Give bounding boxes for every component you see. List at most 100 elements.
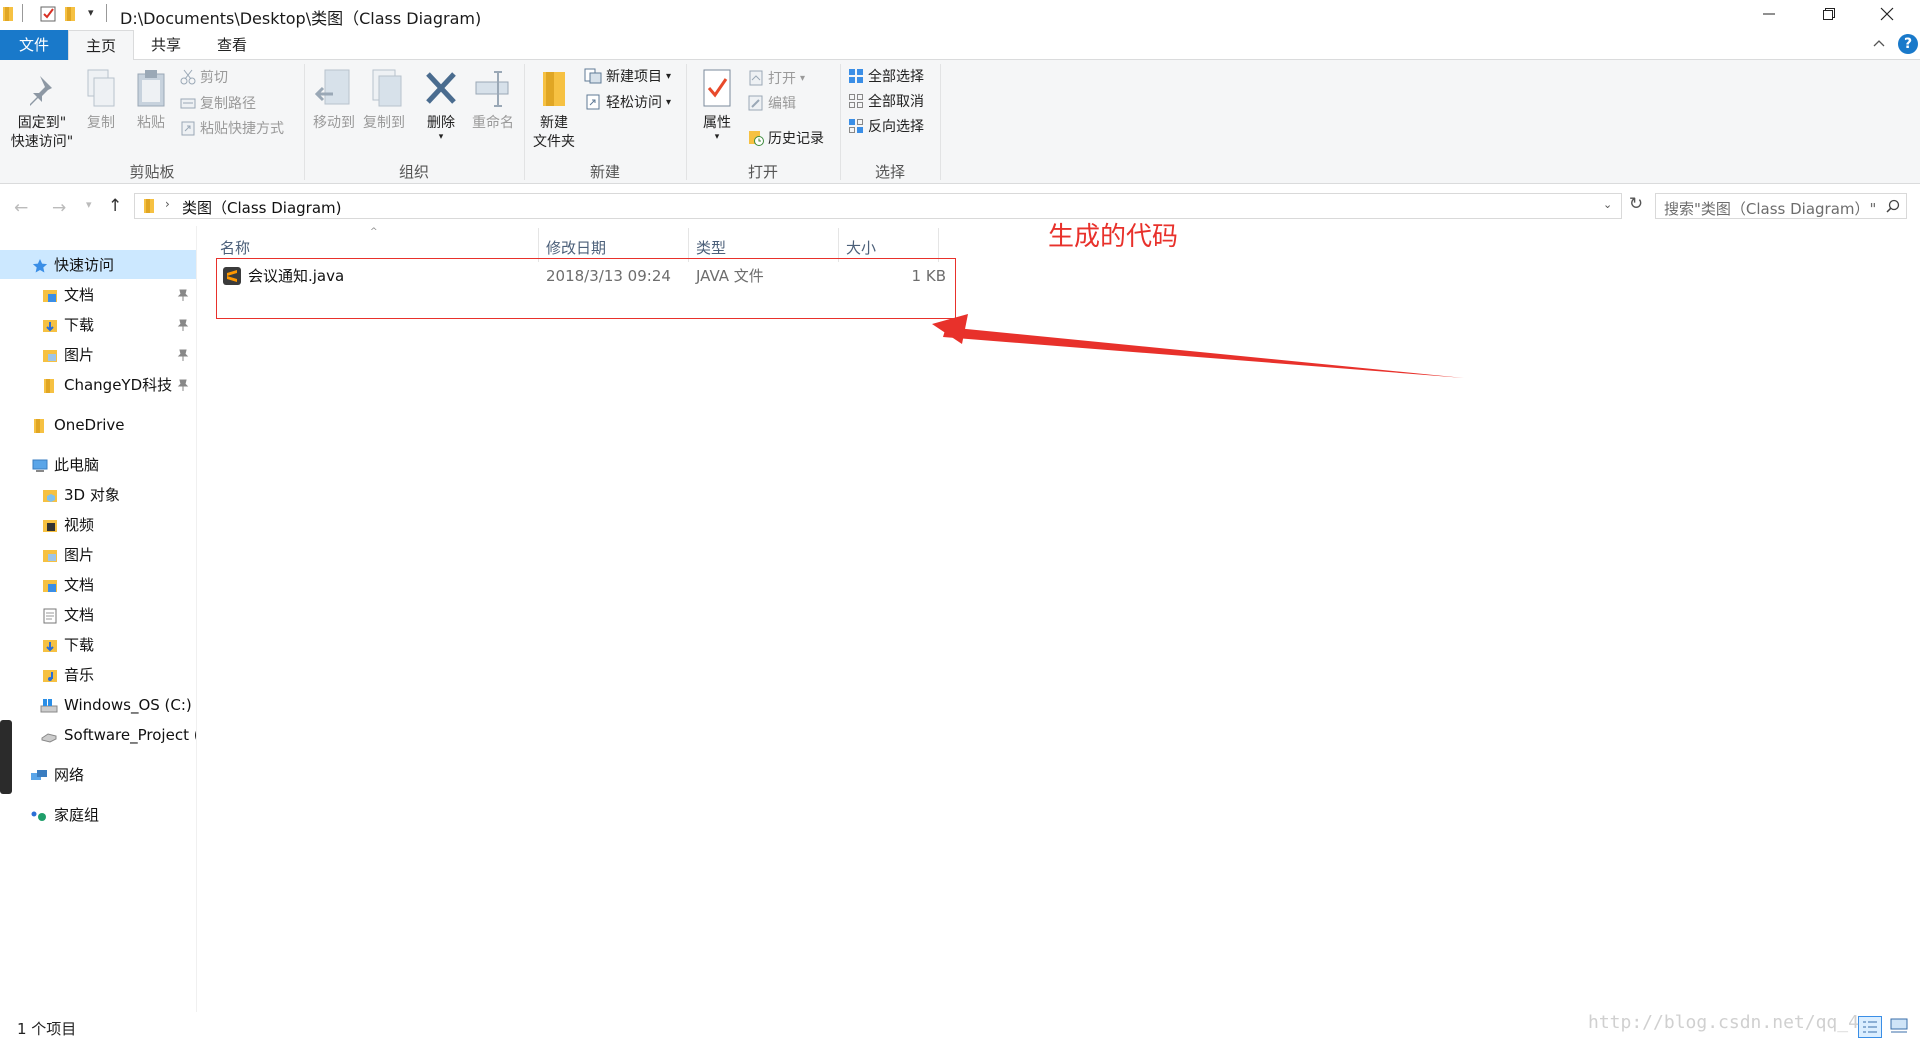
copy-to-icon [372,69,402,107]
history-button[interactable]: 历史记录 [748,127,824,149]
properties-check-icon [703,69,731,107]
restore-button[interactable] [1800,0,1858,28]
help-icon[interactable]: ? [1898,34,1918,54]
pin-label-line2: 快速访问" [10,134,74,150]
collapse-ribbon-icon[interactable] [1872,36,1886,50]
tab-file[interactable]: 文件 [0,30,68,60]
paste-shortcut-button[interactable]: 粘贴快捷方式 [180,117,284,139]
paste-shortcut-label: 粘贴快捷方式 [200,121,284,137]
paste-button[interactable]: 粘贴 [130,68,172,133]
nav-pc-downloads[interactable]: 下载 [0,631,196,659]
easy-access-button[interactable]: 轻松访问 ▾ [584,91,671,113]
new-folder-label-line1: 新建 [540,115,568,131]
details-view-icon [1863,1021,1877,1033]
recent-dropdown-icon[interactable]: ▾ [86,198,92,211]
back-arrow-icon[interactable]: ← [14,198,28,218]
nav-pc-documents-2-label: 文档 [64,606,95,624]
nav-pc-documents-2[interactable]: 文档 [0,601,196,629]
select-none-button[interactable]: 全部取消 [848,90,924,112]
pin-quick-access-button[interactable]: 固定到" 快速访问" [4,72,80,152]
address-row: ← → ▾ ↑ › 类图（Class Diagram) ⌄ ↻ 搜索"类图（Cl… [0,186,1920,226]
highlight-box [216,258,956,319]
nav-quick-access[interactable]: 快速访问 [0,251,196,279]
column-separator[interactable] [938,228,939,262]
nav-network[interactable]: 网络 [0,761,196,789]
nav-pc-music[interactable]: 音乐 [0,661,196,689]
invert-selection-button[interactable]: 反向选择 [848,115,924,137]
nav-pc-drive-c[interactable]: Windows_OS (C:) [0,691,196,719]
edit-button[interactable]: 编辑 [748,92,796,114]
qat-dropdown-icon[interactable]: ▾ [88,6,94,19]
open-button[interactable]: 打开 ▾ [748,67,805,89]
address-dropdown-icon[interactable]: ⌄ [1603,198,1612,211]
nav-qa-pictures[interactable]: 图片 [0,341,196,369]
select-all-button[interactable]: 全部选择 [848,65,924,87]
documents-folder-icon [43,580,57,592]
easy-access-label: 轻松访问 [606,95,662,111]
column-separator[interactable] [688,228,689,262]
copy-path-button[interactable]: 复制路径 [180,92,256,114]
move-to-button[interactable]: 移动到 [310,68,358,133]
up-arrow-icon[interactable]: ↑ [108,196,122,216]
nav-pc-software-project[interactable]: Software_Project ( [0,721,196,749]
copy-button[interactable]: 复制 [80,68,122,133]
delete-dropdown-icon[interactable]: ▾ [418,133,464,142]
tab-view[interactable]: 查看 [200,30,264,60]
nav-pc-videos[interactable]: 视频 [0,511,196,539]
minimize-button[interactable] [1740,0,1798,28]
address-bar[interactable]: › 类图（Class Diagram) ⌄ [134,193,1622,219]
large-icons-view-button[interactable] [1888,1016,1912,1038]
cut-button[interactable]: 剪切 [180,66,228,88]
copy-to-label: 复制到 [363,115,405,131]
ribbon-separator [940,64,941,180]
tab-home[interactable]: 主页 [68,30,134,61]
delete-button[interactable]: 删除 ▾ [418,68,464,142]
properties-button[interactable]: 属性 ▾ [692,68,742,142]
refresh-icon[interactable]: ↻ [1624,194,1648,220]
nav-pc-3d-objects[interactable]: 3D 对象 [0,481,196,509]
properties-qat-icon[interactable] [40,6,56,22]
navigation-pane: 快速访问 文档 下载 图片 ChangeYD科技 OneDrive 此电脑 3D… [0,246,196,1006]
column-separator[interactable] [838,228,839,262]
3d-objects-folder-icon [43,490,57,502]
nav-pc-music-label: 音乐 [64,666,95,684]
breadcrumb-chevron-icon[interactable]: › [165,197,170,211]
invert-selection-label: 反向选择 [868,119,924,135]
forward-arrow-icon[interactable]: → [52,198,66,218]
pane-divider[interactable] [196,226,197,1016]
history-label: 历史记录 [768,131,824,147]
new-folder-qat-icon[interactable] [64,6,78,22]
properties-dropdown-icon[interactable]: ▾ [692,133,742,142]
pin-label-line1: 固定到" [17,115,67,131]
nav-qa-downloads[interactable]: 下载 [0,311,196,339]
nav-homegroup[interactable]: 家庭组 [0,801,196,829]
copy-to-button[interactable]: 复制到 [360,68,408,133]
search-input[interactable]: 搜索"类图（Class Diagram）" [1655,193,1907,219]
nav-pc-pictures[interactable]: 图片 [0,541,196,569]
rename-button[interactable]: 重命名 [468,68,518,133]
nav-qa-documents[interactable]: 文档 [0,281,196,309]
search-placeholder: 搜索"类图（Class Diagram）" [1664,200,1877,218]
breadcrumb-path[interactable]: 类图（Class Diagram) [182,197,342,218]
new-folder-icon [543,72,565,106]
new-folder-button[interactable]: 新建 文件夹 [528,68,580,152]
homegroup-icon [31,811,46,821]
invert-selection-icon [849,119,863,133]
nav-pc-3d-objects-label: 3D 对象 [64,486,120,504]
nav-this-pc[interactable]: 此电脑 [0,451,196,479]
search-icon [1886,199,1900,213]
status-item-count: 1 个项目 [17,1020,77,1038]
nav-onedrive[interactable]: OneDrive [0,411,196,439]
open-group-label: 打开 [747,163,778,181]
nav-qa-documents-label: 文档 [64,286,95,304]
easy-access-dropdown-icon: ▾ [666,96,672,108]
details-view-button[interactable] [1858,1016,1882,1038]
pin-icon [177,379,189,391]
nav-qa-pictures-label: 图片 [64,346,95,364]
nav-qa-changeyd[interactable]: ChangeYD科技 [0,371,196,399]
column-separator[interactable] [538,228,539,262]
close-button[interactable] [1858,0,1916,28]
nav-pc-documents[interactable]: 文档 [0,571,196,599]
tab-share[interactable]: 共享 [136,30,196,60]
new-item-button[interactable]: 新建项目 ▾ [584,65,671,87]
